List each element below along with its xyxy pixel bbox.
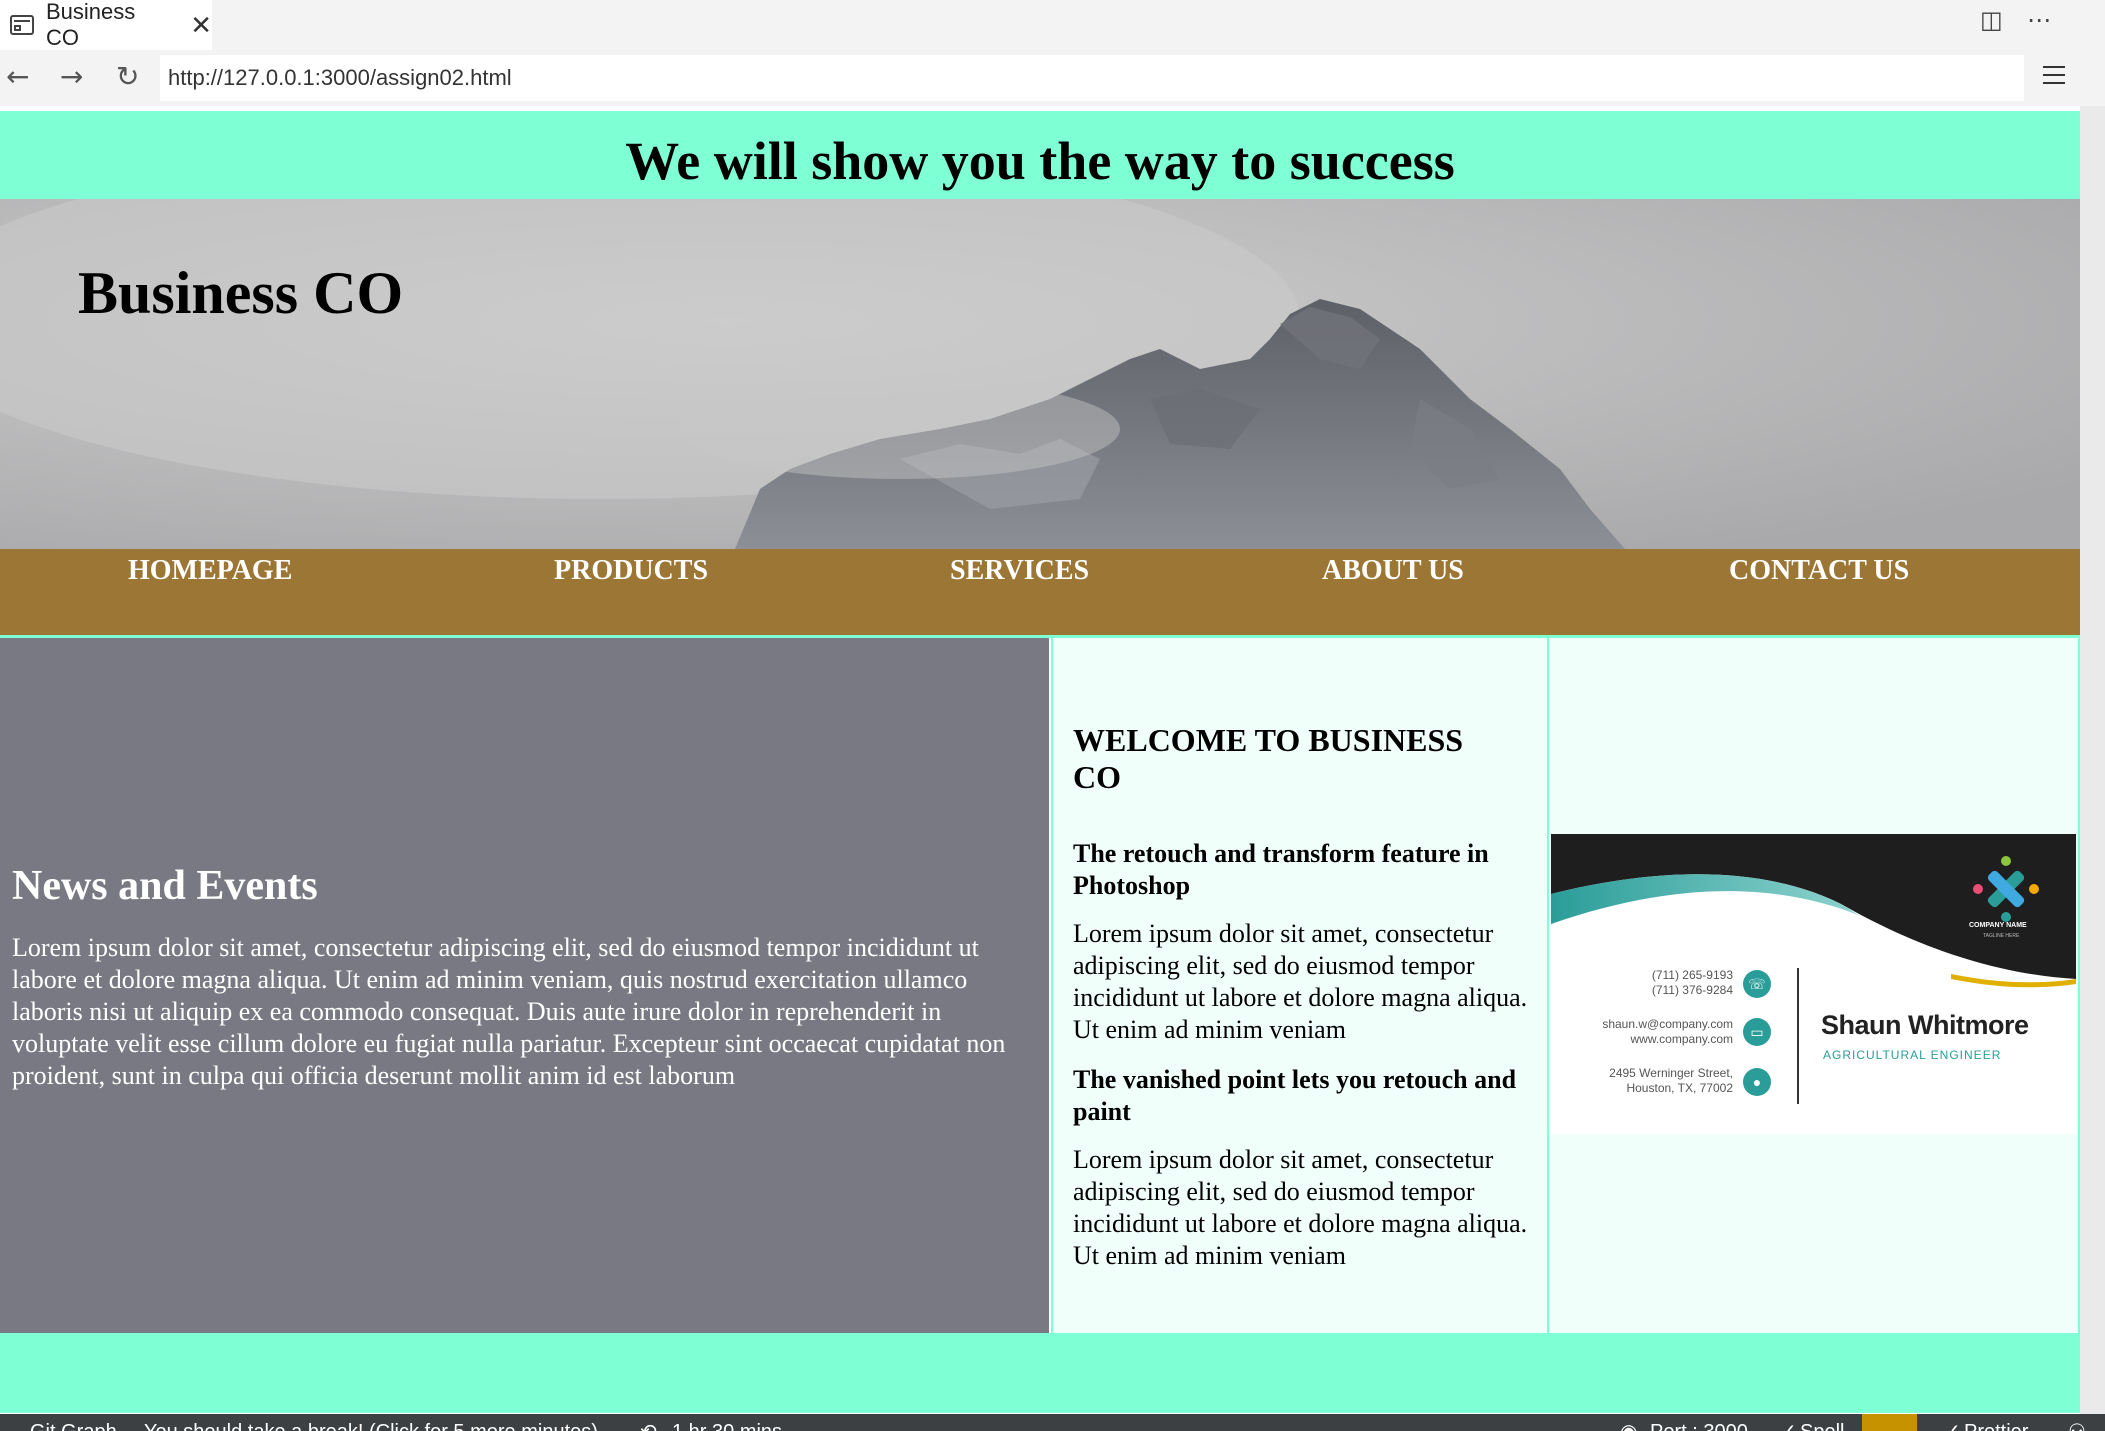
card-column: COMPANY NAME TAGLINE HERE (711) 265-9193… bbox=[1549, 638, 2080, 1333]
status-bar: Git Graph You should take a break! (Clic… bbox=[0, 1414, 2105, 1431]
location-pin-icon: ● bbox=[1743, 1068, 1771, 1096]
banner-headline: We will show you the way to success bbox=[625, 131, 1455, 191]
footer-band bbox=[0, 1333, 2080, 1413]
status-spell[interactable]: Spell bbox=[1800, 1414, 1844, 1431]
nav-homepage[interactable]: HOMEPAGE bbox=[128, 549, 292, 593]
nav-services[interactable]: SERVICES bbox=[950, 549, 1089, 593]
card-company-name: COMPANY NAME bbox=[1969, 922, 2027, 929]
forward-arrow-icon[interactable]: → bbox=[60, 60, 83, 93]
card-phone-1: (711) 265-9193 bbox=[1651, 968, 1733, 982]
card-person-name: Shaun Whitmore bbox=[1821, 1010, 2029, 1040]
status-prettier[interactable]: Prettier bbox=[1964, 1414, 2028, 1431]
card-website: www.company.com bbox=[1630, 1032, 1733, 1046]
business-card-image: COMPANY NAME TAGLINE HERE (711) 265-9193… bbox=[1551, 834, 2076, 1134]
welcome-text-1: Lorem ipsum dolor sit amet, consectetur … bbox=[1073, 919, 1528, 1044]
card-address-2: Houston, TX, 77002 bbox=[1626, 1081, 1733, 1095]
monitor-icon: ▭ bbox=[1743, 1018, 1771, 1046]
check-icon: ✓ bbox=[1780, 1414, 1797, 1431]
news-column: News and Events Lorem ipsum dolor sit am… bbox=[0, 638, 1049, 1333]
welcome-column: WELCOME TO BUSINESS CO The retouch and t… bbox=[1051, 638, 1549, 1333]
accounts-icon[interactable]: ⚇ bbox=[2068, 1414, 2086, 1431]
news-heading: News and Events bbox=[12, 863, 318, 909]
check-icon-2: ✓ bbox=[1944, 1414, 1961, 1431]
status-port[interactable]: Port : 3000 bbox=[1650, 1414, 1748, 1431]
scrollbar[interactable] bbox=[2080, 106, 2105, 1414]
card-tagline: TAGLINE HERE bbox=[1983, 933, 2020, 939]
card-divider bbox=[1797, 968, 1799, 1104]
welcome-subheading-2: The vanished point lets you retouch and … bbox=[1073, 1065, 1517, 1126]
address-bar-area: ← → ↻ http://127.0.0.1:3000/assign02.htm… bbox=[0, 50, 2105, 106]
broadcast-icon: ◉ bbox=[1620, 1414, 1637, 1431]
main-nav: HOMEPAGE PRODUCTS SERVICES ABOUT US CONT… bbox=[0, 549, 2080, 638]
reload-icon[interactable]: ↻ bbox=[116, 60, 139, 93]
top-banner: We will show you the way to success bbox=[0, 111, 2080, 199]
tab-title: Business CO bbox=[45, 0, 136, 50]
card-email: shaun.w@company.com bbox=[1602, 1017, 1733, 1031]
card-person-title: AGRICULTURAL ENGINEER bbox=[1823, 1048, 2002, 1062]
split-screen-icon[interactable]: ◫ bbox=[1980, 6, 2003, 34]
welcome-heading: WELCOME TO BUSINESS CO bbox=[1073, 722, 1464, 795]
nav-contact-us[interactable]: CONTACT US bbox=[1729, 549, 1909, 593]
phone-icon: ☏ bbox=[1743, 970, 1771, 998]
page-icon bbox=[10, 15, 34, 35]
nav-products[interactable]: PRODUCTS bbox=[554, 549, 708, 593]
browser-tab-bar: Business CO ✕ ◫ ⋯ bbox=[0, 0, 2105, 50]
warning-badge[interactable] bbox=[1862, 1414, 1917, 1431]
hamburger-menu-icon[interactable] bbox=[2043, 66, 2065, 90]
status-git-graph[interactable]: Git Graph bbox=[30, 1414, 117, 1431]
card-address-1: 2495 Werninger Street, bbox=[1609, 1066, 1733, 1080]
close-tab-icon[interactable]: ✕ bbox=[190, 10, 212, 41]
hero-section: Business CO bbox=[0, 199, 2080, 549]
mountain-image bbox=[0, 199, 2080, 549]
more-options-icon[interactable]: ⋯ bbox=[2027, 6, 2051, 34]
browser-tab[interactable]: Business CO ✕ bbox=[0, 0, 212, 50]
news-body: Lorem ipsum dolor sit amet, consectetur … bbox=[12, 933, 1006, 1090]
nav-about-us[interactable]: ABOUT US bbox=[1322, 549, 1464, 593]
url-field[interactable]: http://127.0.0.1:3000/assign02.html bbox=[160, 55, 2024, 101]
card-phone-2: (711) 376-9284 bbox=[1651, 983, 1733, 997]
status-timer[interactable]: 1 hr 30 mins bbox=[672, 1414, 782, 1431]
hero-title: Business CO bbox=[78, 260, 404, 326]
status-break-reminder[interactable]: You should take a break! (Click for 5 mo… bbox=[144, 1414, 598, 1431]
welcome-subheading-1: The retouch and transform feature in Pho… bbox=[1073, 839, 1489, 900]
back-arrow-icon[interactable]: ← bbox=[6, 60, 29, 93]
welcome-text-2: Lorem ipsum dolor sit amet, consectetur … bbox=[1073, 1145, 1528, 1270]
history-icon: ⟲ bbox=[640, 1414, 657, 1431]
